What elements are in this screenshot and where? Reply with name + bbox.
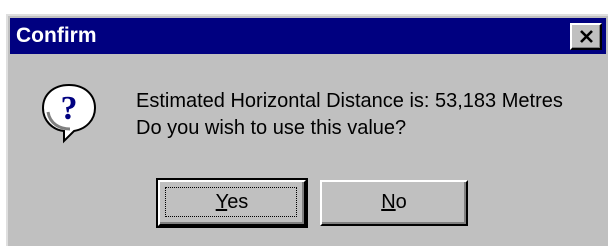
question-icon: ? <box>40 82 98 144</box>
no-button[interactable]: No <box>320 180 468 226</box>
svg-text:?: ? <box>61 90 78 127</box>
message-line-1: Estimated Horizontal Distance is: 53,183… <box>136 90 563 112</box>
title-bar[interactable]: Confirm <box>10 18 606 54</box>
no-label-rest: o <box>395 191 407 213</box>
yes-accelerator: Y <box>215 191 228 213</box>
message-line-2: Do you wish to use this value? <box>136 117 407 139</box>
dialog-title: Confirm <box>16 24 97 47</box>
close-button[interactable] <box>570 23 602 50</box>
message-text: Estimated Horizontal Distance is: 53,183… <box>136 88 563 142</box>
confirm-dialog: Confirm ? Estimated Horizontal Distance … <box>6 14 608 246</box>
yes-button[interactable]: Yes <box>156 178 308 228</box>
no-button-label: No <box>381 191 407 213</box>
yes-label-rest: es <box>227 191 249 213</box>
yes-button-label: Yes <box>216 191 249 213</box>
close-icon <box>580 30 593 43</box>
no-accelerator: N <box>381 191 396 213</box>
